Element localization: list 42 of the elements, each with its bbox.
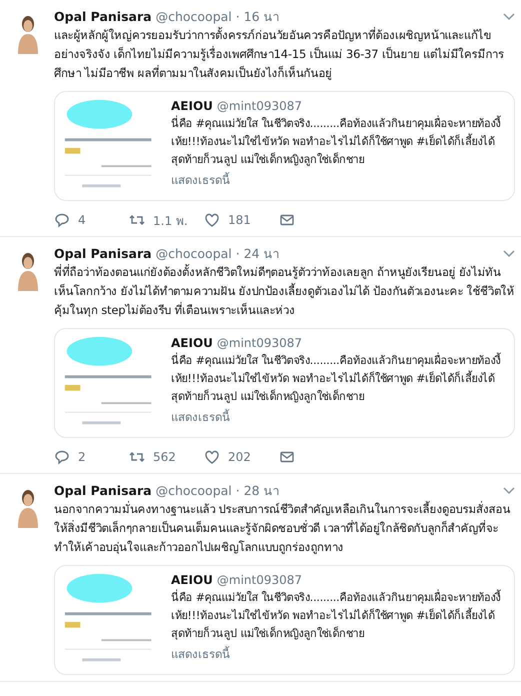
tweet-time[interactable]: · 28 นา: [236, 482, 280, 500]
author-handle[interactable]: @chocoopal: [156, 482, 232, 500]
quoted-author-handle: @mint093087: [216, 572, 302, 589]
quoted-author-handle: @mint093087: [216, 98, 302, 115]
action-count: 1.1 พ.: [153, 212, 188, 230]
action-count: 562: [153, 450, 176, 464]
mail-icon[interactable]: [279, 449, 295, 465]
show-thread-link[interactable]: แสดงเธรดนี้: [171, 171, 230, 190]
action-count: 2: [78, 450, 86, 464]
author-name[interactable]: Opal Panisara: [54, 245, 152, 263]
tweet-time[interactable]: · 24 นา: [236, 245, 280, 263]
quoted-author-name: AEIOU: [171, 572, 213, 589]
reply-icon[interactable]: [54, 212, 70, 228]
tweet-text: นอกจากความมั่นคงทางฐานะแล้ว ประสบการณ์ชีวิตสำคัญเหลือเกินในการจะเลี้ยงดูอบรมสั่งสอนให้สิ่งมีชีวิตเล็กๆกลายเป็นคนเต็มคนและรู้จักผิดชอบชั่วดี เวลาที่ได้อยู่ใกล้ชิดกับลูกก็สำคัญที่จะทำให้เค้าอบอุ่นใจและก้าวออกไปเผชิญโลกแบบถูกร่องถูกทาง: [54, 500, 512, 556]
quoted-tweet-card[interactable]: [54, 565, 515, 675]
chevron-icon[interactable]: [503, 250, 515, 258]
mail-icon[interactable]: [279, 212, 295, 228]
author-handle[interactable]: @chocoopal: [156, 245, 232, 263]
author-name[interactable]: Opal Panisara: [54, 8, 152, 26]
author-handle[interactable]: @chocoopal: [156, 8, 232, 26]
quoted-author-name: AEIOU: [171, 98, 213, 115]
action-count: 4: [78, 213, 86, 227]
heart-icon[interactable]: [204, 212, 220, 228]
chevron-icon[interactable]: [503, 487, 515, 495]
quoted-tweet-card[interactable]: [54, 328, 515, 438]
tweet-text: พี่ที่ถือว่าท้องตอนแก่ยังต้องตั้งหลักชีวิตใหม่ดีๆตอนรู้ตัวว่าท้องเลยลูก ถ้าหนูยังเรียนอยู่ ยังไม่ทันเห็นโลกกว้าง ยังไม่ได้ทำตามความฝัน ยังปกป้องเลี้ยงดูตัวเองไม่ได้ ป้องกันตัวเองนะคะ ใช้ชีวิตให้คุ้มในทุก stepไม่ต้องรีบ ที่เตือนเพราะเห็นและห่วง: [54, 263, 515, 319]
reply-icon[interactable]: [54, 449, 70, 465]
tweet-time[interactable]: · 16 นา: [236, 8, 280, 26]
chevron-icon[interactable]: [503, 13, 515, 21]
quoted-tweet-text: นี่คือ #คุณแม่วัยใส ในชีวิตจริง.........คือท้องแล้วกินยาคุมเผื่อจะหายท้องงี้ เห้ย!!!ท้องนะไม่ใช่ไข้หวัด พอทำอะไรไม่ได้ก็ใช้ศาพูด #เย็ดได้ก็เลี้ยงได้ สุดท้ายก็วนลูป แม่ใช่เด็กหญิงลูกใช่เด็กชาย: [171, 352, 502, 405]
author-name[interactable]: Opal Panisara: [54, 482, 152, 500]
quoted-author-handle: @mint093087: [216, 335, 302, 352]
quoted-tweet-text: นี่คือ #คุณแม่วัยใส ในชีวิตจริง.........คือท้องแล้วกินยาคุมเผื่อจะหายท้องงี้ เห้ย!!!ท้องนะไม่ใช่ไข้หวัด พอทำอะไรไม่ได้ก็ใช้ศาพูด #เย็ดได้ก็เลี้ยงได้ สุดท้ายก็วนลูป แม่ใช่เด็กหญิงลูกใช่เด็กชาย: [171, 589, 502, 642]
quoted-tweet-card[interactable]: [54, 91, 515, 201]
heart-icon[interactable]: [204, 449, 220, 465]
action-count: 202: [228, 450, 251, 464]
show-thread-link[interactable]: แสดงเธรดนี้: [171, 408, 230, 427]
quoted-tweet-text: นี่คือ #คุณแม่วัยใส ในชีวิตจริง.........คือท้องแล้วกินยาคุมเผื่อจะหายท้องงี้ เห้ย!!!ท้องนะไม่ใช่ไข้หวัด พอทำอะไรไม่ได้ก็ใช้ศาพูด #เย็ดได้ก็เลี้ยงได้ สุดท้ายก็วนลูป แม่ใช่เด็กหญิงลูกใช่เด็กชาย: [171, 115, 502, 168]
action-count: 181: [228, 213, 251, 227]
tweet-text: และผู้หลักผู้ใหญ่ควรยอมรับว่าการตั้งครรภ์ก่อนวัยอันควรคือปัญหาที่ต้องเผชิญหน้าและแก้ไขอย่างจริงจัง เด็กไทยไม่มีความรู้เรื่องเพศศึกษา14-15 เป็นแม่ 36-37 เป็นยาย แต่ไม่มีใครมีการศึกษา ไม่มีอาชีพ ผลที่ตามมาในสังคมเป็นยังไงก็เห็นกันอยู่: [54, 26, 505, 82]
quoted-author-name: AEIOU: [171, 335, 213, 352]
show-thread-link[interactable]: แสดงเธรดนี้: [171, 645, 230, 664]
